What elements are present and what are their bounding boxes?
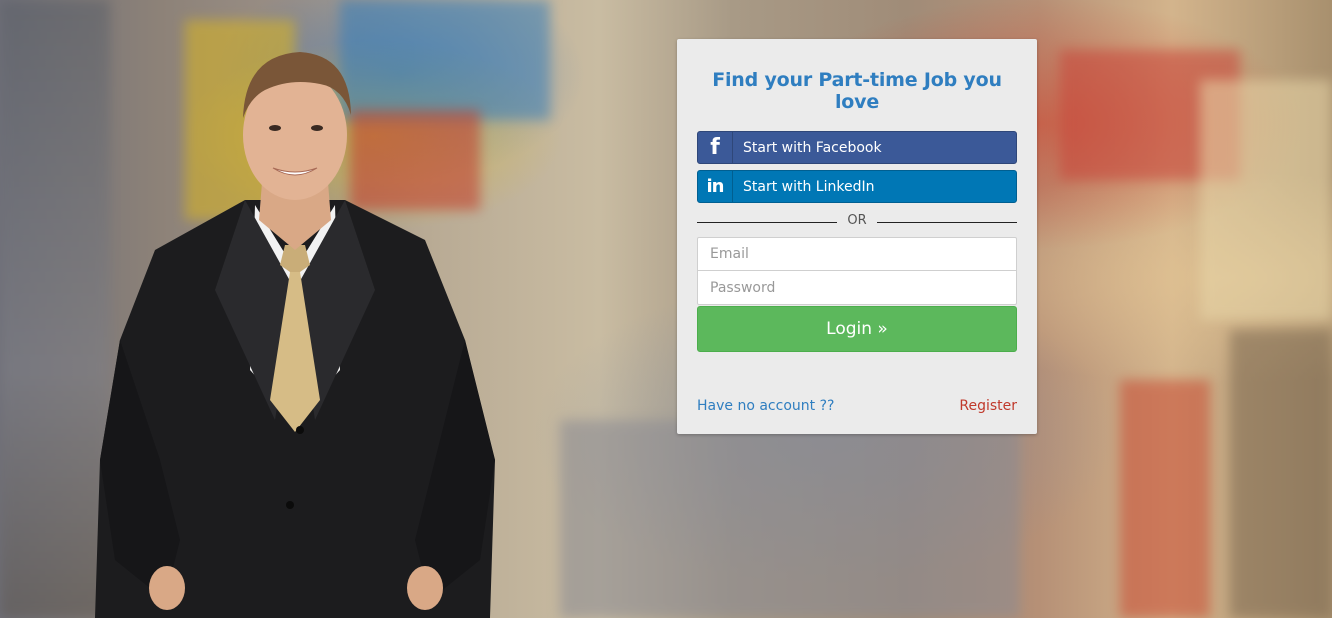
login-button[interactable]: Login »: [697, 306, 1017, 352]
background-building: [1200, 80, 1332, 320]
or-divider: OR: [697, 209, 1018, 231]
login-title: Find your Part-time Job you love: [712, 69, 1002, 113]
page-background: Find your Part-time Job you love f Start…: [0, 0, 1332, 618]
no-account-link[interactable]: Have no account ??: [697, 398, 834, 414]
or-text: OR: [847, 212, 867, 228]
divider-line: [876, 221, 1018, 223]
background-building: [1230, 330, 1332, 618]
register-link[interactable]: Register: [959, 398, 1017, 414]
facebook-button-label: Start with Facebook: [743, 139, 882, 156]
background-building: [0, 0, 110, 618]
person-illustration: [95, 52, 495, 618]
linkedin-login-button[interactable]: in Start with LinkedIn: [697, 170, 1017, 203]
login-card: Find your Part-time Job you love f Start…: [677, 39, 1037, 434]
linkedin-button-label: Start with LinkedIn: [743, 178, 875, 195]
divider-line: [697, 221, 838, 223]
email-input[interactable]: [697, 237, 1017, 271]
background-street: [560, 420, 1020, 618]
background-sign: [1120, 380, 1210, 618]
facebook-login-button[interactable]: f Start with Facebook: [697, 131, 1017, 164]
password-input[interactable]: [697, 271, 1017, 305]
linkedin-icon: in: [698, 171, 733, 202]
hero-person-image: [95, 40, 495, 618]
facebook-icon: f: [698, 132, 733, 163]
signup-row: Have no account ?? Register: [697, 398, 1017, 414]
